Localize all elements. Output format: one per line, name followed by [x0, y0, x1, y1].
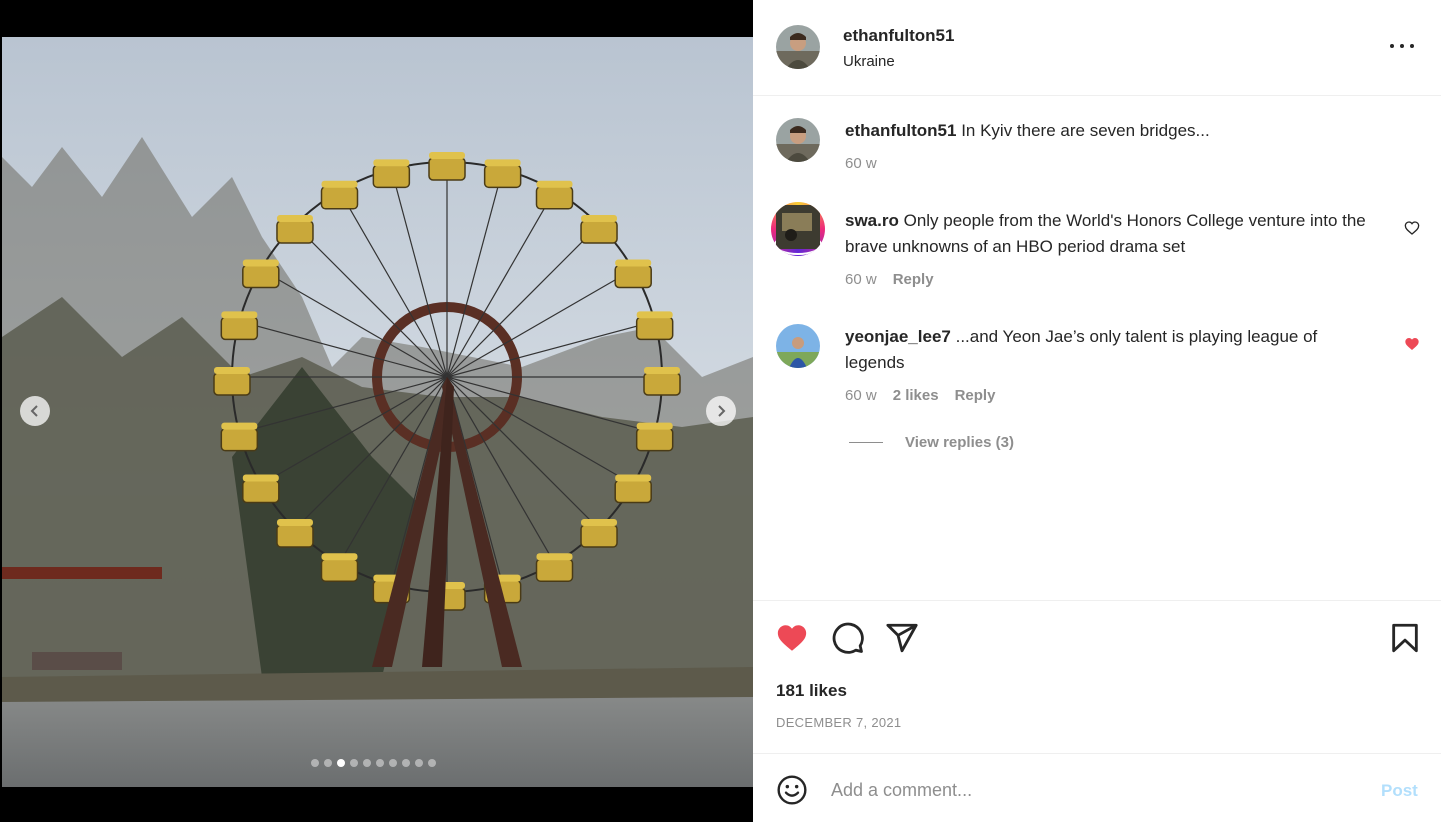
ferris-wheel-photo — [2, 37, 753, 787]
carousel-dot — [415, 759, 423, 767]
commenter-avatar[interactable] — [771, 202, 825, 256]
bookmark-icon[interactable] — [1387, 621, 1423, 655]
paper-plane-icon[interactable] — [884, 621, 920, 655]
carousel-dot — [350, 759, 358, 767]
more-horizontal-icon — [1390, 44, 1394, 48]
author-username[interactable]: ethanfulton51 — [843, 26, 954, 46]
post-media — [0, 0, 753, 822]
post-details-panel: ethanfulton51 Ukraine ethanfulton51 In K… — [753, 0, 1441, 822]
more-options-button[interactable] — [1390, 36, 1414, 56]
comment-text: yeonjae_lee7 ...and Yeon Jae’s only tale… — [845, 324, 1375, 376]
heart-filled-icon[interactable] — [1404, 336, 1420, 352]
carousel-dot — [337, 759, 345, 767]
carousel-prev-button[interactable] — [20, 396, 50, 426]
comment-likes[interactable]: 2 likes — [893, 387, 939, 404]
post-photo[interactable] — [2, 37, 753, 787]
carousel-indicator — [311, 759, 436, 767]
reply-button[interactable]: Reply — [955, 387, 996, 404]
comment-bubble-icon[interactable] — [830, 621, 866, 655]
commenter-username[interactable]: yeonjae_lee7 — [845, 327, 951, 346]
commenter-avatar[interactable] — [776, 324, 820, 368]
carousel-next-button[interactable] — [706, 396, 736, 426]
heart-outline-icon[interactable] — [1404, 220, 1420, 236]
author-avatar[interactable] — [776, 25, 820, 69]
caption-age[interactable]: 60 w — [845, 155, 877, 172]
comment-composer: Post — [753, 753, 1441, 822]
caption-username[interactable]: ethanfulton51 — [845, 121, 956, 140]
emoji-icon[interactable] — [776, 774, 808, 806]
caption-text: ethanfulton51 In Kyiv there are seven br… — [845, 118, 1375, 144]
post-header: ethanfulton51 Ukraine — [753, 0, 1441, 96]
replies-divider — [849, 442, 883, 443]
carousel-dot — [428, 759, 436, 767]
carousel-dot — [324, 759, 332, 767]
carousel-dot — [376, 759, 384, 767]
post-location[interactable]: Ukraine — [843, 53, 895, 70]
comment-body: Only people from the World's Honors Coll… — [845, 211, 1366, 256]
carousel-dot — [363, 759, 371, 767]
caption-meta: 60 w — [845, 155, 877, 172]
commenter-username[interactable]: swa.ro — [845, 211, 899, 230]
caption-body: In Kyiv there are seven bridges... — [961, 121, 1210, 140]
comment-text: swa.ro Only people from the World's Hono… — [845, 208, 1375, 260]
carousel-dot — [311, 759, 319, 767]
reply-button[interactable]: Reply — [893, 271, 934, 288]
carousel-dot — [402, 759, 410, 767]
carousel-dot — [389, 759, 397, 767]
chevron-left-icon — [30, 405, 38, 417]
comment-input[interactable] — [831, 776, 1361, 804]
post-date[interactable]: DECEMBER 7, 2021 — [776, 715, 901, 730]
caption-avatar[interactable] — [776, 118, 820, 162]
view-replies-button[interactable]: View replies (3) — [849, 434, 1014, 451]
comment-meta: 60 w 2 likes Reply — [845, 387, 995, 404]
view-replies-label: View replies (3) — [905, 434, 1014, 451]
post-comment-button[interactable]: Post — [1381, 781, 1418, 801]
comment-age[interactable]: 60 w — [845, 387, 877, 404]
likes-count[interactable]: 181 likes — [776, 681, 847, 701]
heart-filled-icon[interactable] — [774, 621, 810, 655]
chevron-right-icon — [718, 405, 726, 417]
post-actions: 181 likes DECEMBER 7, 2021 — [753, 600, 1441, 753]
comment-age[interactable]: 60 w — [845, 271, 877, 288]
comment-meta: 60 w Reply — [845, 271, 934, 288]
